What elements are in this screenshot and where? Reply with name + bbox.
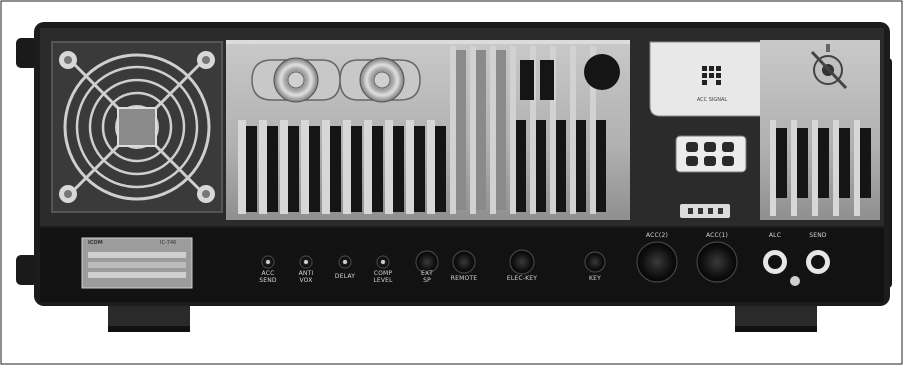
jack-socket — [696, 241, 738, 283]
heatsink-slot — [540, 60, 554, 100]
radio-rear-panel-photo: ACC SIGNAL — [0, 0, 903, 365]
heatsink-fin-gap — [818, 128, 829, 198]
heatsink-fin-gap — [476, 50, 486, 210]
rca-jack-center — [768, 255, 782, 269]
heatsink-fin — [833, 120, 839, 216]
power-connector — [675, 135, 747, 173]
heatsink-fin — [490, 46, 496, 214]
heatsink-fin-gap — [456, 50, 466, 210]
heatsink-fin — [450, 46, 456, 214]
jack-pin — [266, 260, 270, 264]
heatsink-fin-gap — [516, 120, 526, 212]
jack-socket — [636, 241, 678, 283]
jack-label-comp-level: COMP LEVEL — [373, 270, 393, 284]
heatsink-fin-gap — [496, 50, 506, 210]
heatsink-fin — [510, 46, 516, 214]
heatsink-fin-gap — [536, 120, 546, 212]
heatsink-fin — [280, 120, 288, 214]
jack-pin — [304, 260, 308, 264]
jack-socket — [584, 251, 606, 273]
heatsink-fin — [322, 120, 330, 214]
jack-label-remote: REMOTE — [450, 275, 478, 282]
heatsink-fin-gap — [860, 128, 871, 198]
id-plate-brand: ICOM — [88, 240, 103, 246]
heatsink-fin — [259, 120, 267, 214]
heatsink-fin-gap — [797, 128, 808, 198]
heatsink-fin-gap — [393, 126, 404, 212]
heatsink-fin-gap — [330, 126, 341, 212]
jack-label-acc1: ACC(1) — [705, 232, 729, 239]
heatsink-fin-gap — [435, 126, 446, 212]
jack-label-acc2: ACC(2) — [645, 232, 669, 239]
heatsink-fin — [470, 46, 476, 214]
heatsink-fin-gap — [839, 128, 850, 198]
antenna-connector-1 — [251, 57, 341, 103]
heatsink-fin-gap — [596, 120, 606, 212]
heatsink-fin — [385, 120, 393, 214]
heatsink-fin — [364, 120, 372, 214]
heatsink-fin — [406, 120, 414, 214]
connector-board-label: ACC SIGNAL — [697, 97, 728, 103]
heatsink-fin-gap — [776, 128, 787, 198]
rca-jack-center — [811, 255, 825, 269]
heatsink-hole — [584, 54, 620, 90]
jack-pin — [343, 260, 347, 264]
jack-label-elec-key: ELEC-KEY — [506, 275, 538, 282]
heatsink-fin — [570, 46, 576, 214]
jack-label-key: KEY — [589, 275, 601, 282]
jack-label-alc: ALC — [768, 232, 782, 239]
heatsink-fin — [791, 120, 797, 216]
heatsink-fin-gap — [372, 126, 383, 212]
heatsink-fin — [854, 120, 860, 216]
heatsink-fin — [427, 120, 435, 214]
heatsink-fin-gap — [556, 120, 566, 212]
heatsink-fin — [812, 120, 818, 216]
jack-label-ext-sp: EXT SP — [420, 270, 434, 284]
jack-label-delay: DELAY — [334, 273, 356, 280]
heatsink-slot — [520, 60, 534, 100]
heatsink-fin-gap — [414, 126, 425, 212]
antenna-connector-2 — [339, 57, 421, 103]
heatsink-fin-gap — [246, 126, 257, 212]
heatsink-fin-gap — [267, 126, 278, 212]
jack-label-anti-vox: ANTI VOX — [298, 270, 314, 284]
heatsink-fin-gap — [309, 126, 320, 212]
jack-label-send: SEND — [809, 232, 827, 239]
id-plate-model: IC-746 — [160, 240, 177, 246]
heatsink-fin — [301, 120, 309, 214]
heatsink-fin — [343, 120, 351, 214]
heatsink-fin-gap — [288, 126, 299, 212]
heatsink-fin-gap — [576, 120, 586, 212]
jack-socket — [452, 250, 476, 274]
heatsink-fin — [238, 120, 246, 214]
jack-pin — [381, 260, 385, 264]
heatsink-fin — [770, 120, 776, 216]
jack-label-acc-send: ACC SEND — [259, 270, 277, 284]
heatsink-fin-gap — [351, 126, 362, 212]
jack-socket — [509, 249, 535, 275]
